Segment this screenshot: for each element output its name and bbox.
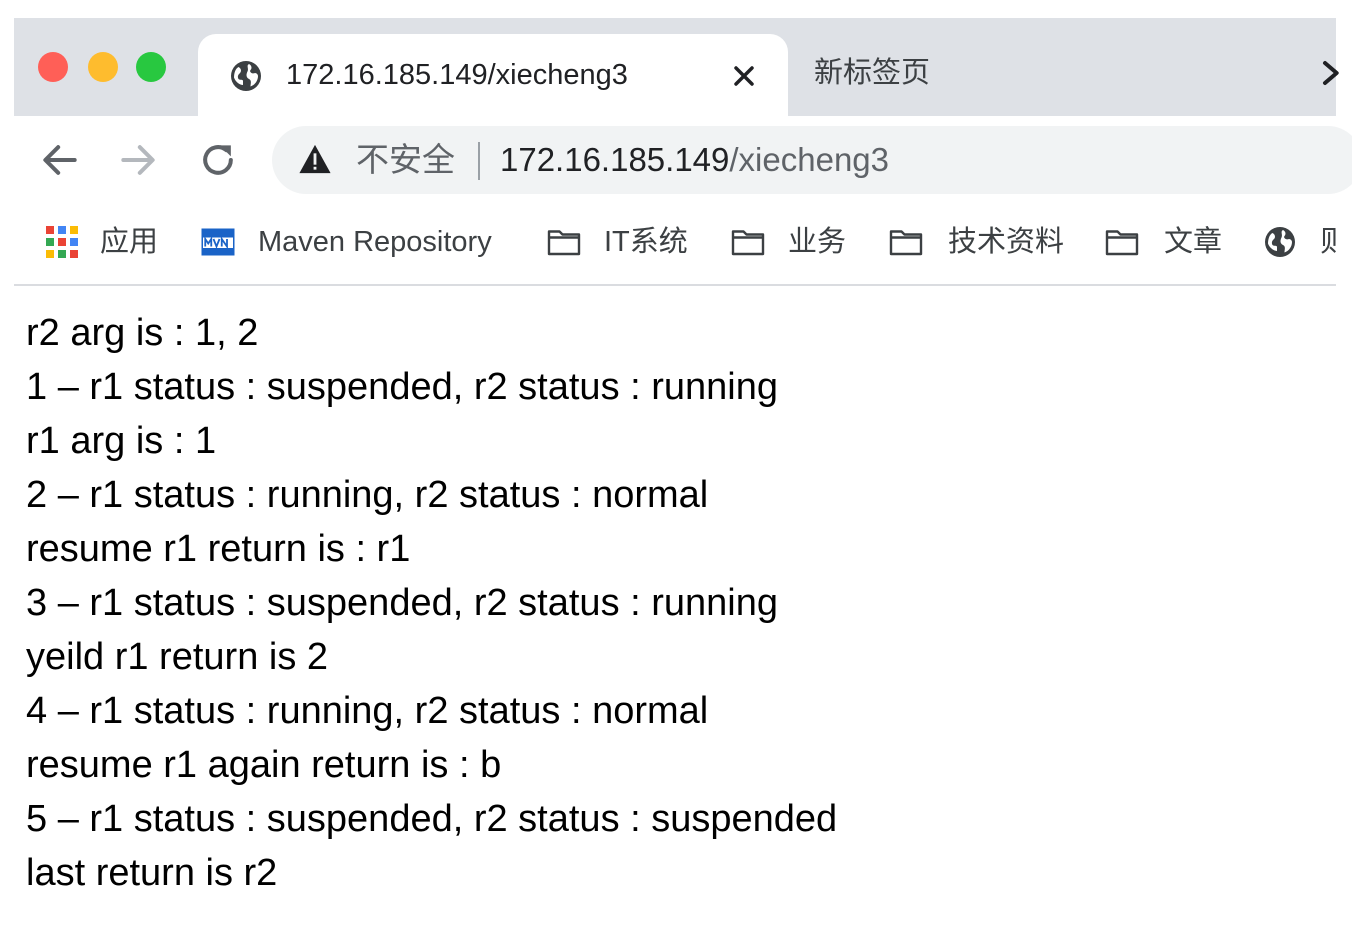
reload-icon[interactable] <box>196 138 240 182</box>
bookmarks-bar: 应用 Maven Repository IT系统 业务 技术资料 文章 则 <box>14 204 1336 286</box>
globe-icon <box>231 61 261 91</box>
mvn-logo-icon <box>201 228 235 256</box>
maximize-window-button[interactable] <box>136 52 166 82</box>
bookmark-maven-repository[interactable]: Maven Repository <box>200 222 520 262</box>
bookmark-label: 则 <box>1320 226 1336 258</box>
output-line: 3 – r1 status : suspended, r2 status : r… <box>26 582 779 624</box>
bookmark-label: Maven Repository <box>258 226 492 258</box>
globe-icon <box>1265 227 1295 257</box>
output-line: last return is r2 <box>26 852 278 894</box>
folder-icon <box>889 230 923 256</box>
warning-icon[interactable] <box>298 143 332 175</box>
back-arrow-icon[interactable] <box>38 138 82 182</box>
bookmark-folder-tech-docs[interactable]: 技术资料 <box>888 222 1078 262</box>
url-text[interactable]: 172.16.185.149/xiecheng3 <box>500 139 889 181</box>
bookmark-apps[interactable]: 应用 <box>44 222 174 262</box>
folder-icon <box>731 230 765 256</box>
browser-window: 172.16.185.149/xiecheng3 新标签页 不安全 172.16… <box>14 18 1352 944</box>
omnibox-divider <box>478 142 480 180</box>
output-line: 5 – r1 status : suspended, r2 status : s… <box>26 798 838 840</box>
bookmark-label: 应用 <box>100 226 159 258</box>
bookmark-folder-business[interactable]: 业务 <box>730 222 860 262</box>
tab-title: 172.16.185.149/xiecheng3 <box>286 59 628 91</box>
forward-arrow-icon[interactable] <box>116 138 160 182</box>
folder-icon <box>1105 230 1139 256</box>
tab-new-tab-label: 新标签页 <box>814 57 931 89</box>
bookmark-label: 技术资料 <box>948 226 1065 258</box>
output-line: 4 – r1 status : running, r2 status : nor… <box>26 690 709 732</box>
url-host: 172.16.185.149 <box>500 141 730 178</box>
bookmark-label: 业务 <box>788 226 847 258</box>
security-label[interactable]: 不安全 <box>356 139 455 181</box>
output-line: 1 – r1 status : suspended, r2 status : r… <box>26 366 779 408</box>
close-window-button[interactable] <box>38 52 68 82</box>
url-path: /xiecheng3 <box>729 141 890 178</box>
bookmark-label: 文章 <box>1164 226 1223 258</box>
chevron-right-icon[interactable] <box>1320 56 1340 90</box>
output-line: resume r1 again return is : b <box>26 744 502 786</box>
output-line: resume r1 return is : r1 <box>26 528 411 570</box>
apps-grid-icon <box>46 226 78 258</box>
bookmark-folder-articles[interactable]: 文章 <box>1104 222 1234 262</box>
output-line: r1 arg is : 1 <box>26 420 217 462</box>
tab-strip: 172.16.185.149/xiecheng3 新标签页 <box>14 18 1339 116</box>
address-bar[interactable]: 不安全 172.16.185.149/xiecheng3 <box>272 126 1352 194</box>
minimize-window-button[interactable] <box>88 52 118 82</box>
output-line: yeild r1 return is 2 <box>26 636 329 678</box>
tab-active[interactable]: 172.16.185.149/xiecheng3 <box>198 34 788 116</box>
browser-toolbar: 不安全 172.16.185.149/xiecheng3 <box>14 116 1352 204</box>
output-line: r2 arg is : 1, 2 <box>26 312 259 354</box>
close-tab-icon[interactable] <box>728 60 760 92</box>
page-content: r2 arg is : 1, 2 1 – r1 status : suspend… <box>26 306 1326 900</box>
output-line: 2 – r1 status : running, r2 status : nor… <box>26 474 709 516</box>
bookmark-label: IT系统 <box>604 226 688 258</box>
bookmark-globe-site[interactable]: 则 <box>1262 222 1336 262</box>
tab-new-tab[interactable]: 新标签页 <box>814 54 930 92</box>
folder-icon <box>547 230 581 256</box>
bookmark-folder-it[interactable]: IT系统 <box>546 222 706 262</box>
